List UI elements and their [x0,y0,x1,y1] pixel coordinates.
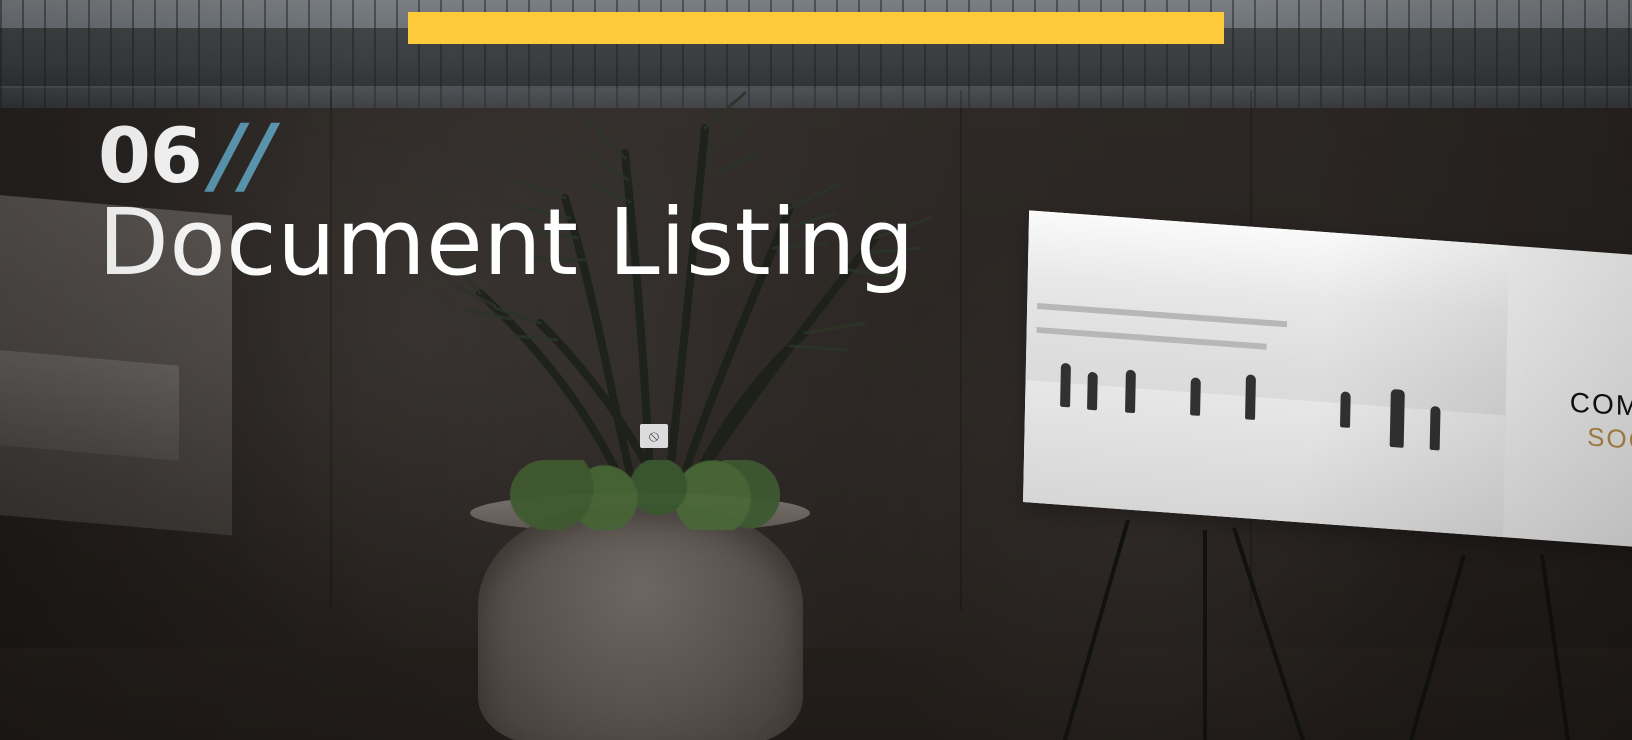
no-symbol-sign: ⦸ [640,424,668,448]
section-number: 06 [98,111,203,200]
section-separator: // [201,106,284,204]
poster-title-partial: COMI [1569,386,1632,423]
poster-person [1190,377,1201,416]
poster-person [1429,405,1441,451]
left-sign-photo-area [0,349,179,461]
poster-person [1339,391,1351,428]
poster-counter-line [1036,326,1267,350]
section-title-block: 06 // Document Listing [98,106,915,296]
planter-pot [478,505,803,740]
poster-person [1389,388,1405,448]
poster-counter-line [1037,302,1288,328]
yellow-accent-bar [408,12,1224,44]
poster-person [1087,371,1098,411]
poster-image [1023,210,1510,538]
poster-person [1125,369,1136,414]
poster-subtitle-partial: SOC [1586,421,1632,456]
poster-person [1245,374,1256,420]
poster-person [1060,362,1071,408]
slide-canvas: ⦸ COMI SOC 06 // Document Listing [0,0,1632,740]
planter-leaves [510,460,780,530]
page-title: Document Listing [98,189,915,296]
section-label-row: 06 // [98,106,915,204]
terminal-poster: COMI SOC [1023,210,1632,550]
easel-leg [1203,530,1207,740]
